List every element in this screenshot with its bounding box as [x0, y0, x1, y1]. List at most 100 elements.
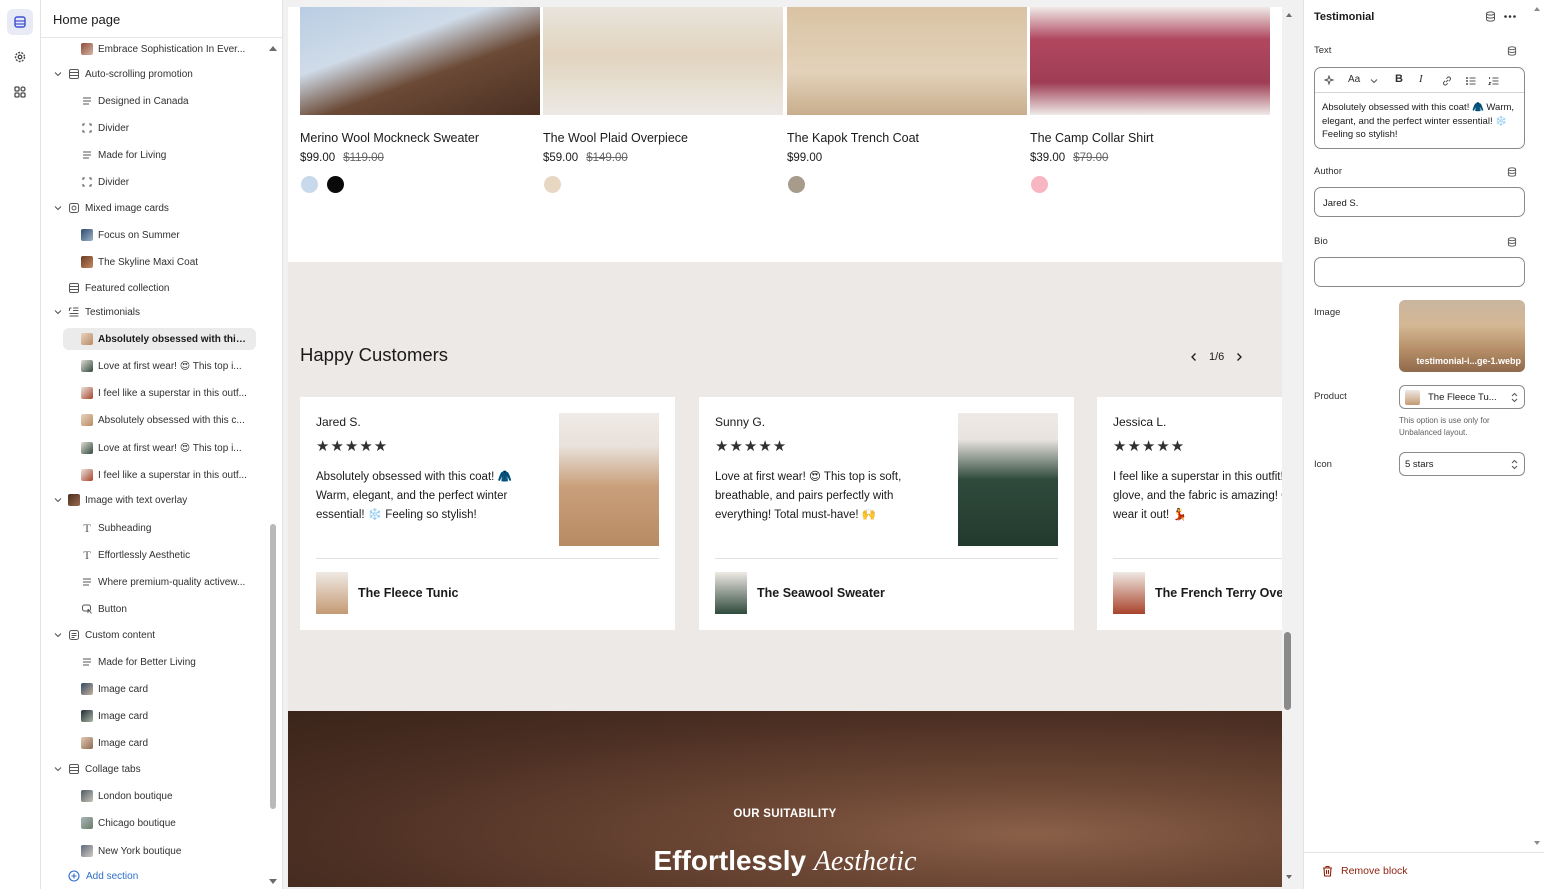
sidebar-item[interactable]: Love at first wear! 😍 This top i... — [41, 437, 271, 459]
dynamic-source-icon[interactable] — [1507, 237, 1517, 247]
sidebar-section[interactable]: Custom content — [41, 624, 271, 646]
testimonial-product-name[interactable]: The French Terry Overshirt — [1155, 586, 1282, 600]
italic-icon[interactable]: I — [1419, 73, 1423, 85]
bullet-list-icon[interactable] — [1465, 75, 1477, 87]
scroll-down-arrow-icon[interactable] — [268, 878, 278, 886]
sidebar-item-label: Image card — [98, 737, 149, 749]
sidebar-item[interactable]: New York boutique — [41, 840, 271, 862]
sidebar-item[interactable]: Absolutely obsessed with this c... — [41, 409, 271, 431]
dynamic-source-icon[interactable] — [1507, 46, 1517, 56]
sidebar-item-label: Subheading — [98, 522, 152, 534]
sidebar-item[interactable]: Divider — [41, 171, 271, 193]
sidebar-item[interactable]: Button — [41, 598, 271, 620]
scroll-up-arrow-icon[interactable] — [268, 44, 278, 52]
chevron-down-icon[interactable] — [54, 765, 62, 773]
chevron-down-icon[interactable] — [54, 204, 62, 212]
product-image[interactable] — [543, 7, 783, 115]
testimonial-card[interactable]: Jared S. ★★★★★ Absolutely obsessed with … — [300, 397, 675, 630]
product-name[interactable]: The Kapok Trench Coat — [787, 131, 919, 145]
icon-select[interactable]: 5 stars — [1399, 452, 1525, 476]
chevron-left-icon[interactable] — [1188, 351, 1200, 363]
sidebar-section[interactable]: Image with text overlay — [41, 489, 271, 511]
scroll-down-arrow-icon[interactable] — [1533, 840, 1541, 846]
remove-block-button[interactable]: Remove block — [1322, 865, 1408, 877]
product-image[interactable] — [300, 7, 540, 115]
color-swatch[interactable] — [301, 176, 318, 193]
scroll-up-arrow-icon[interactable] — [1533, 6, 1541, 12]
sidebar-item[interactable]: London boutique — [41, 785, 271, 807]
testimonial-product-name[interactable]: The Seawool Sweater — [757, 586, 885, 600]
product-image[interactable] — [787, 7, 1027, 115]
chevron-down-icon[interactable] — [54, 70, 62, 78]
color-swatch[interactable] — [544, 176, 561, 193]
sidebar-section[interactable]: Collage tabs — [41, 758, 271, 780]
sidebar-item[interactable]: T Subheading — [41, 517, 271, 539]
link-icon[interactable] — [1441, 75, 1453, 87]
sidebar-item[interactable]: I feel like a superstar in this outf... — [41, 464, 271, 486]
apps-icon[interactable] — [7, 79, 33, 105]
testimonial-card[interactable]: Jessica L. ★★★★★ I feel like a superstar… — [1097, 397, 1282, 630]
product-picker[interactable]: The Fleece Tu... — [1399, 385, 1525, 409]
author-input[interactable]: Jared S. — [1314, 187, 1525, 217]
image-picker[interactable]: testimonial-i...ge-1.webp — [1399, 300, 1525, 372]
ai-sparkle-icon[interactable] — [1323, 75, 1335, 87]
image-thumb-icon — [81, 229, 93, 241]
chevron-down-icon[interactable] — [54, 631, 62, 639]
select-arrows-icon — [1511, 459, 1518, 470]
sidebar-section[interactable]: Testimonials — [41, 301, 271, 323]
product-name[interactable]: The Wool Plaid Overpiece — [543, 131, 688, 145]
sidebar-item[interactable]: Love at first wear! 😍 This top i... — [41, 355, 271, 377]
dynamic-source-icon[interactable] — [1507, 167, 1517, 177]
preview-scrollbar-thumb[interactable] — [1284, 632, 1291, 710]
color-swatch[interactable] — [1031, 176, 1048, 193]
sidebar-item[interactable]: I feel like a superstar in this outf... — [41, 382, 271, 404]
rich-text-content[interactable]: Absolutely obsessed with this coat! 🧥 Wa… — [1322, 101, 1517, 142]
testimonial-quote: Absolutely obsessed with this coat! 🧥 Wa… — [316, 471, 512, 521]
more-options-icon[interactable] — [1503, 11, 1517, 22]
numbered-list-icon[interactable] — [1488, 75, 1500, 87]
sidebar-section[interactable]: Mixed image cards — [41, 197, 271, 219]
color-swatch[interactable] — [788, 176, 805, 193]
sidebar-item[interactable]: Designed in Canada — [41, 90, 271, 112]
sidebar-item[interactable]: Embrace Sophistication In Ever... — [41, 38, 271, 60]
scroll-up-arrow-icon[interactable] — [1285, 12, 1293, 18]
sidebar-item[interactable]: Image card — [41, 678, 271, 700]
sidebar-item[interactable]: Divider — [41, 117, 271, 139]
product-name[interactable]: The Camp Collar Shirt — [1030, 131, 1154, 145]
product-thumbnail[interactable] — [715, 572, 747, 614]
sidebar-item[interactable]: Made for Better Living — [41, 651, 271, 673]
bold-icon[interactable]: B — [1395, 73, 1403, 85]
chevron-down-icon[interactable] — [54, 496, 62, 504]
color-swatch[interactable] — [327, 176, 344, 193]
testimonial-product-name[interactable]: The Fleece Tunic — [358, 586, 459, 600]
sections-icon[interactable] — [7, 9, 33, 35]
product-thumbnail[interactable] — [316, 572, 348, 614]
sidebar-item[interactable]: Focus on Summer — [41, 224, 271, 246]
sidebar-item[interactable]: Image card — [41, 705, 271, 727]
sidebar-scrollbar-thumb[interactable] — [270, 524, 276, 809]
database-icon[interactable] — [1485, 11, 1496, 22]
sidebar-section[interactable]: Featured collection — [41, 277, 271, 299]
text-rich-editor[interactable]: Aa B I Absolutely obsessed with this coa… — [1314, 67, 1525, 149]
bio-input[interactable] — [1314, 257, 1525, 287]
testimonial-card[interactable]: Sunny G. ★★★★★ Love at first wear! 😍 Thi… — [699, 397, 1074, 630]
scroll-down-arrow-icon[interactable] — [1285, 874, 1293, 880]
product-price: $59.00 $149.00 — [543, 152, 628, 164]
sidebar-item[interactable]: Image card — [41, 732, 271, 754]
product-name[interactable]: Merino Wool Mockneck Sweater — [300, 131, 479, 145]
chevron-down-icon[interactable] — [54, 308, 62, 316]
font-size-icon[interactable]: Aa — [1348, 74, 1360, 85]
product-image[interactable] — [1030, 7, 1270, 115]
sidebar-item[interactable]: Chicago boutique — [41, 812, 271, 834]
settings-gear-icon[interactable] — [7, 44, 33, 70]
sidebar-section[interactable]: Auto-scrolling promotion — [41, 63, 271, 85]
sidebar-item[interactable]: Made for Living — [41, 144, 271, 166]
sidebar-item[interactable]: Where premium-quality activew... — [41, 571, 271, 593]
sidebar-item[interactable]: T Effortlessly Aesthetic — [41, 544, 271, 566]
chevron-right-icon[interactable] — [1233, 351, 1245, 363]
chevron-down-icon[interactable] — [1370, 78, 1378, 84]
sidebar-item[interactable]: The Skyline Maxi Coat — [41, 251, 271, 273]
sidebar-item-selected[interactable]: Absolutely obsessed with this ... — [63, 328, 256, 350]
add-section-button[interactable]: Add section — [68, 870, 138, 882]
product-thumbnail[interactable] — [1113, 572, 1145, 614]
